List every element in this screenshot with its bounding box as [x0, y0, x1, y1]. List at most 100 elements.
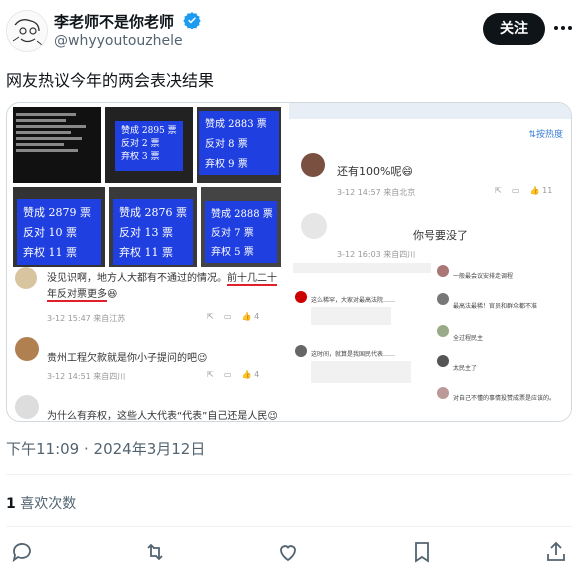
tweet-header: 李老师不是你老师 @whyyoutouzhele 关注 [0, 0, 586, 58]
vote-line: 反对 8 票 [205, 139, 248, 150]
left-comment-1: 没见识啊，地方人大都有不通过的情况。前十几二十 年反对票更多😆 [47, 271, 283, 303]
avatar[interactable] [6, 10, 48, 52]
share-icon[interactable]: ⇱ [207, 370, 214, 379]
comment-text: 还有100%呢 [337, 165, 402, 178]
vote-line: 弃权 9 票 [205, 159, 248, 170]
vote-photo-4: 赞成 2876 票 反对 13 票 弃权 11 票 [109, 187, 197, 267]
vote-line: 弃权 3 票 [121, 152, 160, 162]
vote-line: 赞成 2895 票 [121, 126, 177, 136]
share-icon[interactable] [544, 540, 568, 564]
likes-count[interactable]: 1 喜欢次数 [6, 493, 76, 513]
author-name-text[interactable]: 李老师不是你老师 [54, 13, 174, 31]
comment-icon[interactable]: ▭ [224, 312, 232, 321]
like-icon[interactable]: 👍 [242, 312, 252, 321]
commenter-avatar [295, 345, 307, 357]
likes-label: 喜欢次数 [20, 496, 77, 512]
sort-icon: ⇅ [528, 130, 536, 140]
like-icon[interactable]: 👍 [242, 370, 252, 379]
smile-emoji-icon: 😉 [267, 411, 278, 422]
dark-results-screen [13, 107, 101, 183]
author-handle[interactable]: @whyyoutouzhele [54, 33, 183, 49]
commenter-avatar [437, 387, 449, 399]
like-count: 11 [542, 186, 553, 195]
vote-line: 反对 2 票 [121, 139, 160, 149]
comment-text: 贵州工程欠款就是你小子提问的吧 [47, 353, 197, 364]
comment-text-highlight: 年反对票更多 [47, 289, 107, 302]
comment-icon[interactable]: ▭ [224, 370, 232, 379]
right-right-column: 一般最会议安排走调程 最高法最稀！官员和群众都不准 全过程民主 太民主了 对自己… [435, 263, 569, 419]
avatar-sketch-icon [7, 11, 47, 51]
vote-screen-2: 赞成 2883 票 反对 8 票 弃权 9 票 [199, 111, 279, 175]
vote-line: 反对 13 票 [119, 226, 173, 239]
comment-text-highlight: 前十几二十 [227, 273, 277, 286]
author-name[interactable]: 李老师不是你老师 [54, 11, 201, 32]
right-comment-1: 还有100%呢😄 [337, 163, 413, 179]
like-count: 4 [254, 312, 260, 321]
smile-emoji-icon: 😉 [197, 353, 208, 364]
sort-by-hot-label[interactable]: ⇅按热度 [528, 127, 563, 140]
comment-text: 没见识啊，地方人大都有不通过的情况。 [47, 273, 227, 284]
vote-photo-5: 赞成 2888 票 反对 7 票 弃权 5 票 [201, 187, 281, 267]
small-comment: 全过程民主 [453, 335, 484, 342]
laugh-emoji-icon: 😄 [401, 165, 413, 178]
like-icon[interactable]: 👍 [530, 186, 540, 195]
vote-photo-3: 赞成 2879 票 反对 10 票 弃权 11 票 [13, 187, 105, 267]
commenter-avatar [437, 355, 449, 367]
vote-line: 赞成 2876 票 [119, 206, 187, 219]
comment-meta: 3-12 14:57 来自北京 [337, 188, 416, 197]
verified-badge-icon [183, 12, 201, 29]
retweet-icon[interactable] [143, 540, 167, 564]
follow-button[interactable]: 关注 [483, 13, 545, 45]
commenter-avatar [15, 337, 39, 361]
vote-screen-1: 赞成 2895 票 反对 2 票 弃权 3 票 [115, 121, 183, 171]
vote-line: 反对 10 票 [23, 226, 77, 239]
reply-icon[interactable] [10, 540, 34, 564]
vote-line: 弃权 11 票 [119, 246, 173, 259]
comment-text: 为什么有弃权，这些人大代表“代表”自己还是人民 [47, 411, 268, 422]
vote-photo-1: 赞成 2895 票 反对 2 票 弃权 3 票 [105, 107, 193, 183]
right-left-column: 这么稀罕，大家对最高法院…… 这时间，就算是我国民代表…… [293, 263, 431, 419]
small-comment: 太民主了 [453, 365, 478, 372]
vote-screen-4: 赞成 2876 票 反对 13 票 弃权 11 票 [113, 199, 193, 265]
grin-emoji-icon: 😆 [107, 289, 118, 300]
commenter-avatar [437, 325, 449, 337]
right-comment-2: 你号要没了 [413, 229, 468, 242]
vote-photo-2: 赞成 2883 票 反对 8 票 弃权 9 票 [197, 107, 281, 183]
small-comment: 一般最会议安排走调程 [453, 273, 514, 280]
more-options-icon[interactable] [552, 18, 574, 38]
comment-meta: 3-12 14:51 来自四川 [47, 372, 126, 381]
comment-actions: ⇱ ▭ 👍 4 [207, 312, 287, 321]
left-comment-3: 为什么有弃权，这些人大代表“代表”自己还是人民😉 [47, 407, 278, 422]
share-icon[interactable]: ⇱ [495, 186, 502, 195]
commenter-avatar [437, 265, 449, 277]
vote-screen-3: 赞成 2879 票 反对 10 票 弃权 11 票 [17, 199, 101, 265]
left-screenshot: 赞成 2895 票 反对 2 票 弃权 3 票 赞成 2883 票 反对 8 票… [7, 103, 286, 421]
like-icon[interactable] [276, 540, 300, 564]
tweet-text: 网友热议今年的两会表决结果 [6, 71, 215, 90]
share-icon[interactable]: ⇱ [207, 312, 214, 321]
small-comment: 这么稀罕，大家对最高法院…… [311, 297, 396, 304]
likes-number: 1 [6, 496, 16, 512]
commenter-avatar [301, 213, 327, 239]
divider [6, 526, 572, 527]
small-comment: 对自己不懂的事情投赞成票是应该的。 [453, 395, 556, 402]
small-comment: 这时间，就算是我国民代表…… [311, 351, 396, 358]
left-comment-2: 贵州工程欠款就是你小子提问的吧😉 [47, 349, 207, 364]
tweet-timestamp[interactable]: 下午11:09 · 2024年3月12日 [6, 438, 205, 459]
commenter-avatar [301, 153, 325, 177]
small-comment: 最高法最稀！官员和群众都不准 [453, 303, 538, 310]
divider [6, 474, 572, 475]
vote-line: 弃权 11 票 [23, 246, 77, 259]
tweet-media-image[interactable]: 赞成 2895 票 反对 2 票 弃权 3 票 赞成 2883 票 反对 8 票… [6, 102, 572, 422]
commenter-avatar [15, 267, 37, 289]
commenter-avatar [15, 395, 39, 419]
right-screenshot: ⇅按热度 还有100%呢😄 3-12 14:57 来自北京 ⇱ ▭ 👍 11 你… [289, 103, 571, 421]
comment-icon[interactable]: ▭ [512, 186, 520, 195]
comment-meta: 3-12 16:03 来自四川 [337, 250, 416, 259]
vote-line: 反对 7 票 [211, 228, 254, 239]
like-count: 4 [254, 370, 260, 379]
vote-line: 赞成 2888 票 [211, 209, 273, 220]
vote-line: 赞成 2883 票 [205, 119, 267, 130]
vote-line: 赞成 2879 票 [23, 206, 91, 219]
bookmark-icon[interactable] [410, 540, 434, 564]
